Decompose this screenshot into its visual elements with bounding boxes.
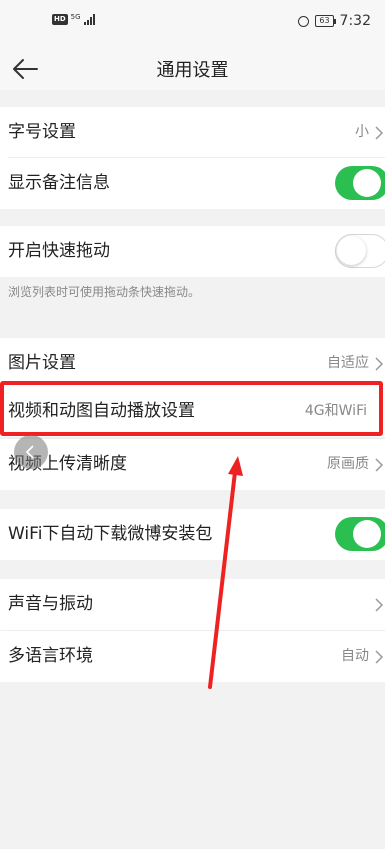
toggle-knob [353, 169, 381, 197]
page-title: 通用设置 [156, 60, 229, 81]
font-size-value: 小 [355, 124, 369, 140]
chevron-right-icon [375, 357, 383, 371]
toggle-knob [353, 520, 381, 548]
sound-vibration-row[interactable]: 声音与振动 [0, 579, 385, 630]
status-bar: HD 5G 63 7:32 [0, 0, 385, 48]
toggle-knob [337, 236, 366, 265]
signal-icon [83, 13, 95, 25]
wifi-download-label: WiFi下自动下载微博安装包 [8, 524, 213, 544]
status-time: 7:32 [339, 13, 371, 29]
app-header: 通用设置 [0, 48, 385, 90]
font-size-label: 字号设置 [8, 122, 76, 142]
status-right: 63 7:32 [298, 13, 371, 29]
chevron-right-icon [375, 598, 383, 612]
upload-quality-row[interactable]: 视频上传清晰度 原画质 [0, 439, 385, 490]
chevron-right-icon [375, 650, 383, 664]
show-remark-label: 显示备注信息 [8, 173, 110, 193]
alarm-icon [298, 15, 310, 27]
fast-drag-row: 开启快速拖动 [0, 226, 385, 277]
chevron-right-icon [375, 126, 383, 140]
font-size-row[interactable]: 字号设置 小 [0, 107, 385, 158]
sound-vibration-label: 声音与振动 [8, 594, 93, 614]
language-row[interactable]: 多语言环境 自动 [0, 631, 385, 682]
chevron-left-icon [25, 445, 34, 459]
hd-badge: HD [52, 14, 68, 25]
status-left: HD 5G [52, 13, 95, 25]
chevron-right-icon [375, 458, 383, 472]
fast-drag-label: 开启快速拖动 [8, 241, 110, 261]
upload-quality-value: 原画质 [327, 456, 369, 472]
wifi-download-row: WiFi下自动下载微博安装包 [0, 509, 385, 560]
show-remark-toggle[interactable] [335, 166, 385, 200]
battery-icon: 63 [315, 15, 336, 27]
fast-drag-toggle[interactable] [335, 234, 385, 268]
wifi-download-toggle[interactable] [335, 517, 385, 551]
highlight-box [0, 381, 383, 436]
show-remark-row: 显示备注信息 [0, 158, 385, 209]
language-label: 多语言环境 [8, 646, 93, 666]
float-collapse-button[interactable] [14, 435, 48, 469]
language-value: 自动 [341, 648, 369, 664]
fast-drag-hint: 浏览列表时可使用拖动条快速拖动。 [8, 285, 201, 299]
signal-label: 5G [70, 13, 81, 21]
